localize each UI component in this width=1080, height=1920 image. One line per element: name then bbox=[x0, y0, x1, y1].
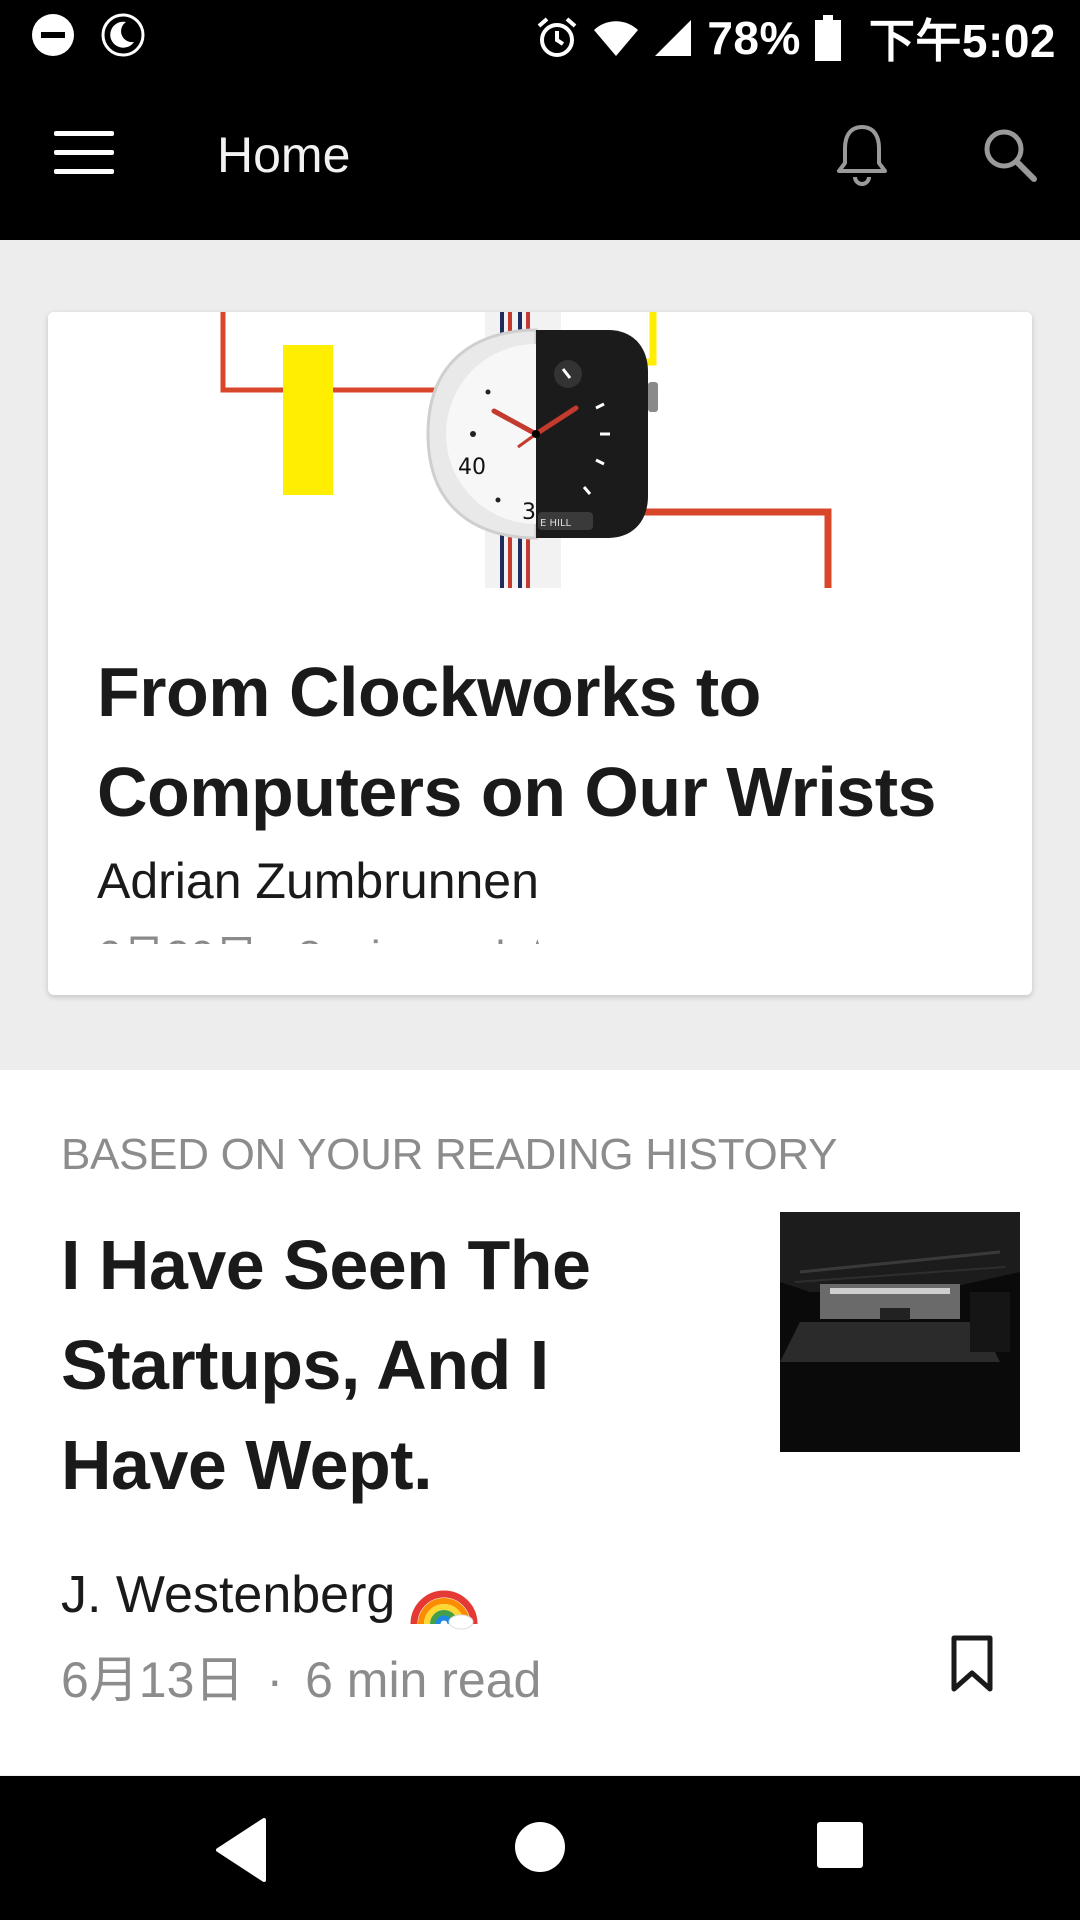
wifi-icon bbox=[594, 21, 639, 56]
featured-story-author[interactable]: Adrian Zumbrunnen bbox=[97, 852, 539, 910]
status-bar: 78% 下午5:02 bbox=[0, 0, 1080, 75]
back-icon[interactable] bbox=[212, 1816, 282, 1884]
watch-dial-number: 3 bbox=[522, 500, 536, 525]
menu-icon-line bbox=[54, 150, 114, 155]
section-label: BASED ON YOUR READING HISTORY bbox=[61, 1130, 838, 1179]
do-not-disturb-icon bbox=[32, 14, 74, 56]
home-icon[interactable] bbox=[515, 1822, 565, 1872]
recommended-story[interactable]: BASED ON YOUR READING HISTORY I Have See… bbox=[0, 1070, 1080, 1775]
clock-time: 下午5:02 bbox=[868, 15, 1056, 67]
bookmark-button[interactable] bbox=[950, 1635, 994, 1693]
battery-percentage: 78% bbox=[707, 12, 801, 64]
menu-icon-line bbox=[54, 169, 114, 174]
bookmark-icon bbox=[951, 1635, 993, 1692]
recommended-story-title[interactable]: I Have Seen The Startups, And I Have Wep… bbox=[61, 1215, 661, 1515]
battery-icon bbox=[814, 15, 841, 61]
featured-story-card[interactable]: 40 3 E HILL From Clockworks to Computers… bbox=[48, 312, 1032, 995]
publish-date: 6月13日 bbox=[61, 1652, 245, 1708]
page-title: Home bbox=[217, 127, 351, 183]
night-mode-icon bbox=[101, 13, 145, 57]
watch-dial-number: 40 bbox=[458, 455, 486, 480]
system-navigation-bar bbox=[0, 1776, 1080, 1920]
featured-story-meta: 6月20日 · 8 min read ★ bbox=[97, 920, 997, 944]
alarm-icon bbox=[538, 17, 577, 57]
app-bar: Home bbox=[0, 75, 1080, 240]
watch-strap-text: E HILL bbox=[540, 518, 572, 529]
featured-story-image: 40 3 E HILL bbox=[48, 312, 1032, 588]
bell-icon bbox=[837, 125, 887, 186]
signal-icon bbox=[655, 20, 692, 56]
recommended-story-thumbnail[interactable] bbox=[780, 1212, 1020, 1452]
recent-apps-icon[interactable] bbox=[817, 1822, 863, 1868]
recommended-story-author[interactable]: J. Westenberg bbox=[61, 1560, 479, 1630]
meta-separator: · bbox=[266, 1652, 284, 1708]
notifications-button[interactable] bbox=[834, 121, 890, 187]
search-icon bbox=[984, 129, 1037, 182]
rainbow-icon bbox=[410, 1590, 478, 1630]
featured-story-title[interactable]: From Clockworks to Computers on Our Wris… bbox=[97, 642, 997, 842]
search-button[interactable] bbox=[980, 125, 1040, 185]
read-time: 6 min read bbox=[305, 1652, 542, 1708]
menu-button[interactable] bbox=[54, 131, 114, 181]
author-name: J. Westenberg bbox=[61, 1566, 396, 1624]
recommended-story-meta: 6月13日 · 6 min read bbox=[61, 1640, 541, 1712]
menu-icon-line bbox=[54, 131, 114, 136]
